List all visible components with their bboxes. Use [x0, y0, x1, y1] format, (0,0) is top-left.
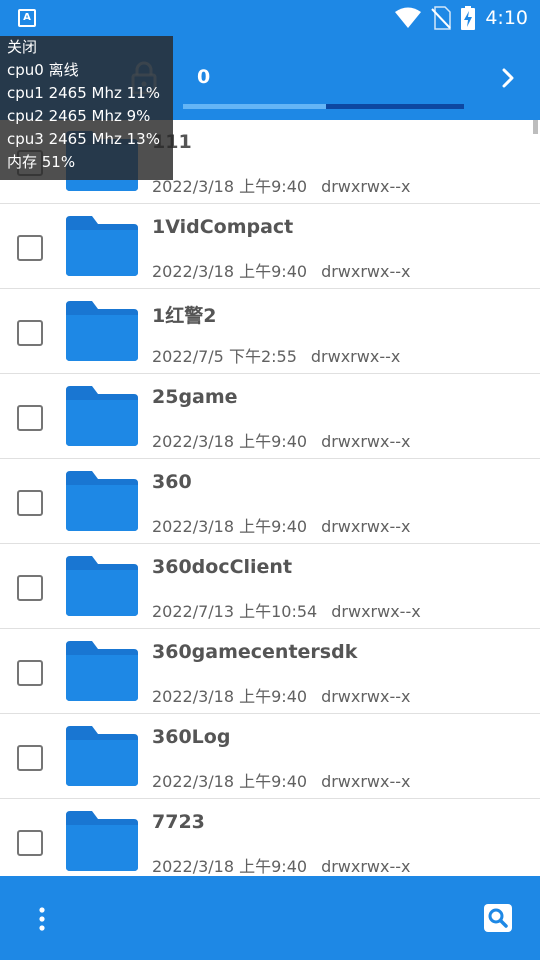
file-date: 2022/3/18 上午9:40 — [152, 177, 308, 196]
cpu-monitor-overlay: 关闭 cpu0 离线 cpu1 2465 Mhz 11% cpu2 2465 Mhz… — [0, 36, 173, 180]
file-permissions: drwxrwx--x — [321, 177, 411, 196]
folder-icon — [66, 386, 138, 446]
file-date: 2022/3/18 上午9:40 — [152, 517, 308, 536]
bottom-bar — [0, 876, 540, 960]
file-name: 360gamecentersdk — [152, 641, 358, 663]
file-meta: 2022/3/18 上午9:40 drwxrwx--x — [152, 258, 411, 282]
folder-icon — [66, 471, 138, 531]
status-icons: 4:10 — [395, 0, 528, 36]
more-vert-icon[interactable] — [36, 906, 48, 932]
file-permissions: drwxrwx--x — [321, 772, 411, 791]
file-meta: 2022/3/18 上午9:40 drwxrwx--x — [152, 428, 411, 452]
folder-icon — [66, 641, 138, 701]
folder-icon — [66, 726, 138, 786]
file-list[interactable]: 1112022/3/18 上午9:40drwxrwx--x1VidCompact… — [0, 120, 540, 876]
file-permissions: drwxrwx--x — [310, 347, 401, 366]
select-checkbox[interactable] — [17, 745, 43, 771]
storage-path-label[interactable]: 0 — [197, 66, 210, 88]
file-meta: 2022/3/18 上午9:40 drwxrwx--x — [152, 173, 411, 197]
file-name: 25game — [152, 386, 238, 408]
file-meta: 2022/7/13 上午10:54 drwxrwx--x — [152, 598, 421, 622]
file-date: 2022/7/13 上午10:54 — [152, 602, 318, 621]
file-date: 2022/3/18 上午9:40 — [152, 857, 308, 876]
select-checkbox[interactable] — [17, 830, 43, 856]
file-row[interactable]: 25game 2022/3/18 上午9:40 drwxrwx--x — [0, 374, 540, 459]
select-checkbox[interactable] — [17, 320, 43, 346]
file-permissions: drwxrwx--x — [331, 602, 421, 621]
select-checkbox[interactable] — [17, 575, 43, 601]
status-time: 4:10 — [485, 7, 528, 29]
file-date: 2022/3/18 上午9:40 — [152, 432, 308, 451]
status-bar: A 4:10 — [0, 0, 540, 36]
chevron-right-icon[interactable] — [496, 64, 520, 92]
wifi-icon — [395, 7, 422, 28]
file-permissions: drwxrwx--x — [321, 857, 411, 876]
file-meta: 2022/3/18 上午9:40 drwxrwx--x — [152, 683, 411, 707]
cpu-overlay-line: cpu3 2465 Mhz 13% — [7, 130, 160, 148]
cpu-overlay-line: cpu0 离线 — [7, 61, 79, 79]
file-row[interactable]: 360gamecentersdk 2022/3/18 上午9:40 drwxrwx-… — [0, 629, 540, 714]
file-name: 360 — [152, 471, 192, 493]
folder-icon — [66, 811, 138, 871]
select-checkbox[interactable] — [17, 235, 43, 261]
cpu-overlay-line: 内存 51% — [7, 153, 76, 171]
select-checkbox[interactable] — [17, 405, 43, 431]
file-meta: 2022/3/18 上午9:40 drwxrwx--x — [152, 513, 411, 537]
folder-icon — [66, 301, 138, 361]
file-row[interactable]: 360docClient 2022/7/13 上午10:54 drwxrwx--x — [0, 544, 540, 629]
storage-usage-bar — [183, 104, 464, 109]
folder-icon — [66, 556, 138, 616]
file-meta: 2022/3/18 上午9:40 drwxrwx--x — [152, 768, 411, 792]
file-name: 1VidCompact — [152, 216, 294, 238]
select-checkbox[interactable] — [17, 490, 43, 516]
select-checkbox[interactable] — [17, 660, 43, 686]
file-row[interactable]: 1红警2 2022/7/5 下午2:55 drwxrwx--x — [0, 289, 540, 374]
file-name: 7723 — [152, 811, 205, 833]
storage-usage-fill — [183, 104, 327, 109]
file-date: 2022/7/5 下午2:55 — [152, 347, 297, 366]
file-date: 2022/3/18 上午9:40 — [152, 772, 308, 791]
file-row[interactable]: 1VidCompact 2022/3/18 上午9:40 drwxrwx--x — [0, 204, 540, 289]
cpu-overlay-line: cpu1 2465 Mhz 11% — [7, 84, 160, 102]
overlay-close-button[interactable]: 关闭 — [7, 36, 173, 59]
file-permissions: drwxrwx--x — [321, 432, 411, 451]
file-permissions: drwxrwx--x — [321, 262, 411, 281]
file-row[interactable]: 360Log 2022/3/18 上午9:40 drwxrwx--x — [0, 714, 540, 799]
no-sim-icon — [431, 6, 452, 30]
search-icon[interactable] — [484, 904, 512, 932]
file-permissions: drwxrwx--x — [321, 687, 411, 706]
file-name: 360docClient — [152, 556, 293, 578]
file-date: 2022/3/18 上午9:40 — [152, 262, 308, 281]
file-row[interactable]: 7723 2022/3/18 上午9:40 drwxrwx--x — [0, 799, 540, 876]
cpu-overlay-line: cpu2 2465 Mhz 9% — [7, 107, 151, 125]
file-name: 360Log — [152, 726, 231, 748]
scrollbar-thumb[interactable] — [533, 120, 538, 134]
file-meta: 2022/3/18 上午9:40 drwxrwx--x — [152, 853, 411, 876]
file-permissions: drwxrwx--x — [321, 517, 411, 536]
battery-charging-icon — [461, 6, 476, 30]
app-notification-icon: A — [18, 9, 36, 27]
file-date: 2022/3/18 上午9:40 — [152, 687, 308, 706]
folder-icon — [66, 216, 138, 276]
file-meta: 2022/7/5 下午2:55 drwxrwx--x — [152, 343, 400, 367]
file-name: 1红警2 — [152, 305, 217, 327]
file-row[interactable]: 360 2022/3/18 上午9:40 drwxrwx--x — [0, 459, 540, 544]
